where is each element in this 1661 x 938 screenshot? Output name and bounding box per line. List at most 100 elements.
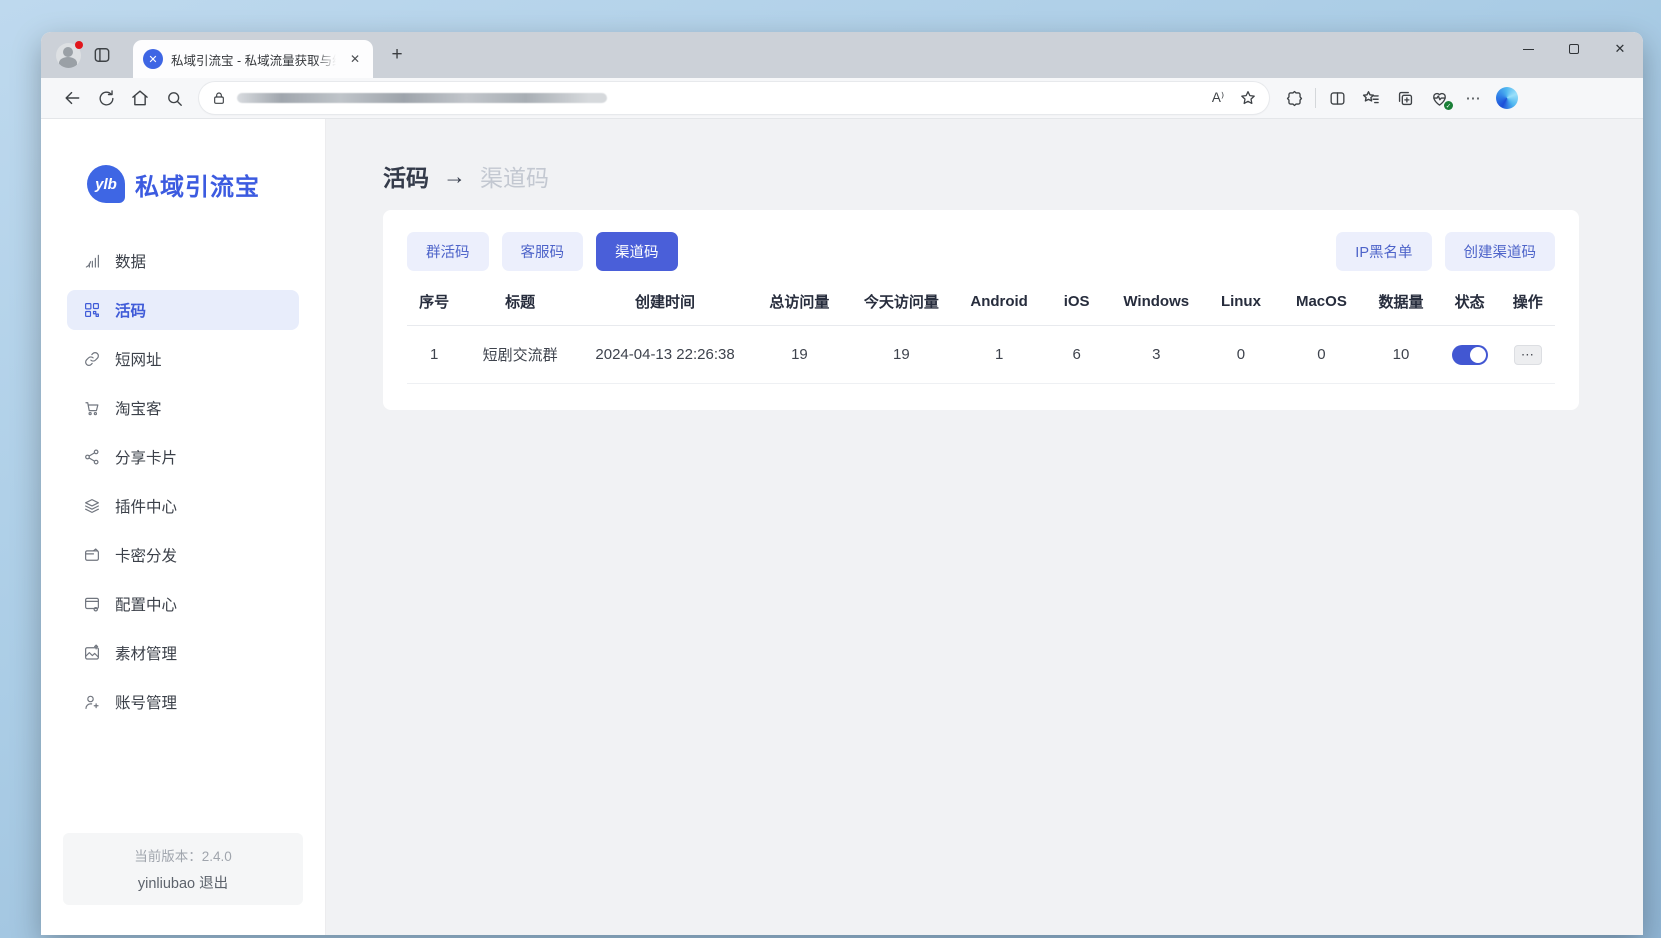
col-header-status: 状态 (1439, 291, 1501, 312)
sidebar-item-data[interactable]: 数据 (67, 241, 299, 281)
sidebar-item-label: 活码 (115, 299, 146, 321)
settings-window-icon (83, 595, 101, 613)
user-icon (83, 693, 101, 711)
link-icon (83, 350, 101, 368)
breadcrumb-arrow-icon: → (443, 163, 466, 190)
address-bar[interactable]: A⁾ (199, 82, 1269, 114)
logo-text: 私域引流宝 (135, 167, 260, 202)
browser-essentials-button[interactable]: ✓ (1422, 83, 1456, 113)
settings-more-button[interactable]: ⋯ (1456, 83, 1490, 113)
back-button[interactable] (55, 83, 89, 113)
minimize-icon (1523, 49, 1534, 50)
create-channel-code-button[interactable]: 创建渠道码 (1445, 232, 1556, 271)
home-button[interactable] (123, 83, 157, 113)
tab-channel-code[interactable]: 渠道码 (596, 232, 678, 271)
extensions-button[interactable] (1277, 83, 1311, 113)
col-header-total-visits: 总访问量 (751, 291, 847, 312)
sidebar-item-taobao[interactable]: 淘宝客 (67, 388, 299, 428)
browser-toolbar: A⁾ ✓ ⋯ (41, 78, 1643, 119)
window-maximize-button[interactable] (1551, 32, 1597, 66)
col-header-windows: Windows (1110, 293, 1202, 310)
cell-macos: 0 (1279, 346, 1363, 363)
back-arrow-icon (62, 88, 82, 108)
account-line: yinliubao 退出 (73, 872, 293, 893)
split-screen-icon (1328, 89, 1347, 108)
sidebar-item-live-code[interactable]: 活码 (67, 290, 299, 330)
sidebar-menu: 数据 活码 短网址 淘宝客 (41, 241, 325, 722)
tab-customer-service-code[interactable]: 客服码 (502, 232, 584, 271)
sidebar-item-share-card[interactable]: 分享卡片 (67, 437, 299, 477)
breadcrumb-current[interactable]: 活码 (383, 159, 429, 193)
tab-close-button[interactable]: ✕ (345, 49, 365, 69)
page-content: ylb 私域引流宝 数据 活码 短网址 (41, 119, 1643, 935)
browser-tab[interactable]: ✕ 私域引流宝 - 私域流量获取与维护 ✕ (133, 40, 373, 78)
share-icon (83, 448, 101, 466)
sidebar-item-plugin-center[interactable]: 插件中心 (67, 486, 299, 526)
tab-actions-menu-button[interactable] (85, 39, 119, 71)
profile-notification-dot (75, 41, 83, 49)
version-label: 当前版本：2.4.0 (73, 845, 293, 865)
window-minimize-button[interactable] (1505, 32, 1551, 66)
main-content: 活码 → 渠道码 群活码 客服码 渠道码 IP黑名单 创建渠道码 (326, 119, 1643, 935)
sidebar: ylb 私域引流宝 数据 活码 短网址 (41, 119, 326, 935)
col-header-android: Android (955, 293, 1043, 310)
window-close-button[interactable]: ✕ (1597, 32, 1643, 66)
image-icon (83, 644, 101, 662)
sidebar-item-config-center[interactable]: 配置中心 (67, 584, 299, 624)
sidebar-item-material[interactable]: 素材管理 (67, 633, 299, 673)
table-header-row: 序号 标题 创建时间 总访问量 今天访问量 Android iOS Window… (407, 291, 1555, 326)
sidebar-item-label: 账号管理 (115, 691, 177, 713)
copilot-button[interactable] (1490, 83, 1524, 113)
desktop-background: ✕ 私域引流宝 - 私域流量获取与维护 ✕ + ✕ (0, 0, 1661, 938)
col-header-macos: MacOS (1279, 293, 1363, 310)
code-type-tabs: 群活码 客服码 渠道码 (407, 232, 678, 271)
sidebar-item-label: 卡密分发 (115, 544, 177, 566)
new-tab-button[interactable]: + (381, 40, 413, 70)
cell-android: 1 (955, 346, 1043, 363)
refresh-button[interactable] (89, 83, 123, 113)
split-screen-button[interactable] (1320, 83, 1354, 113)
cell-status (1439, 345, 1501, 365)
cart-icon (83, 399, 101, 417)
sidebar-item-label: 数据 (115, 250, 146, 272)
layers-icon (83, 497, 101, 515)
sidebar-item-short-url[interactable]: 短网址 (67, 339, 299, 379)
status-toggle[interactable] (1452, 345, 1488, 365)
star-icon (1239, 89, 1257, 107)
logout-link[interactable]: 退出 (199, 876, 228, 892)
favorite-page-button[interactable] (1233, 83, 1263, 113)
app-logo: ylb 私域引流宝 (87, 165, 325, 203)
col-header-index: 序号 (407, 291, 461, 312)
card-toolbar: 群活码 客服码 渠道码 IP黑名单 创建渠道码 (407, 232, 1555, 271)
home-icon (130, 88, 150, 108)
col-header-ios: iOS (1043, 293, 1110, 310)
logo-badge-icon: ylb (87, 165, 125, 203)
sidebar-item-account[interactable]: 账号管理 (67, 682, 299, 722)
browser-window: ✕ 私域引流宝 - 私域流量获取与维护 ✕ + ✕ (41, 32, 1643, 935)
collections-button[interactable] (1388, 83, 1422, 113)
workspaces-icon (92, 45, 112, 65)
read-aloud-button[interactable]: A⁾ (1203, 83, 1233, 113)
sidebar-item-card-key[interactable]: 卡密分发 (67, 535, 299, 575)
lock-icon (211, 90, 227, 106)
tab-group-live-code[interactable]: 群活码 (407, 232, 489, 271)
cell-data-volume: 10 (1363, 346, 1438, 363)
col-header-today-visits: 今天访问量 (848, 291, 955, 312)
table-row: 1 短剧交流群 2024-04-13 22:26:38 19 19 1 6 3 … (407, 326, 1555, 384)
channel-code-table: 序号 标题 创建时间 总访问量 今天访问量 Android iOS Window… (407, 291, 1555, 384)
search-button[interactable] (157, 83, 191, 113)
sidebar-item-label: 分享卡片 (115, 446, 177, 468)
browser-profile-button[interactable] (51, 39, 85, 71)
tab-title: 私域引流宝 - 私域流量获取与维护 (171, 50, 336, 69)
ip-blacklist-button[interactable]: IP黑名单 (1336, 232, 1431, 271)
site-favicon-icon: ✕ (143, 49, 163, 69)
chart-icon (83, 252, 101, 270)
search-icon (165, 89, 184, 108)
favorites-button[interactable] (1354, 83, 1388, 113)
cell-total-visits: 19 (751, 346, 847, 363)
collections-add-icon (1396, 89, 1415, 108)
wallet-icon (83, 546, 101, 564)
refresh-icon (97, 89, 116, 108)
row-more-actions-button[interactable]: ⋯ (1514, 345, 1542, 365)
extensions-icon (1285, 89, 1304, 108)
